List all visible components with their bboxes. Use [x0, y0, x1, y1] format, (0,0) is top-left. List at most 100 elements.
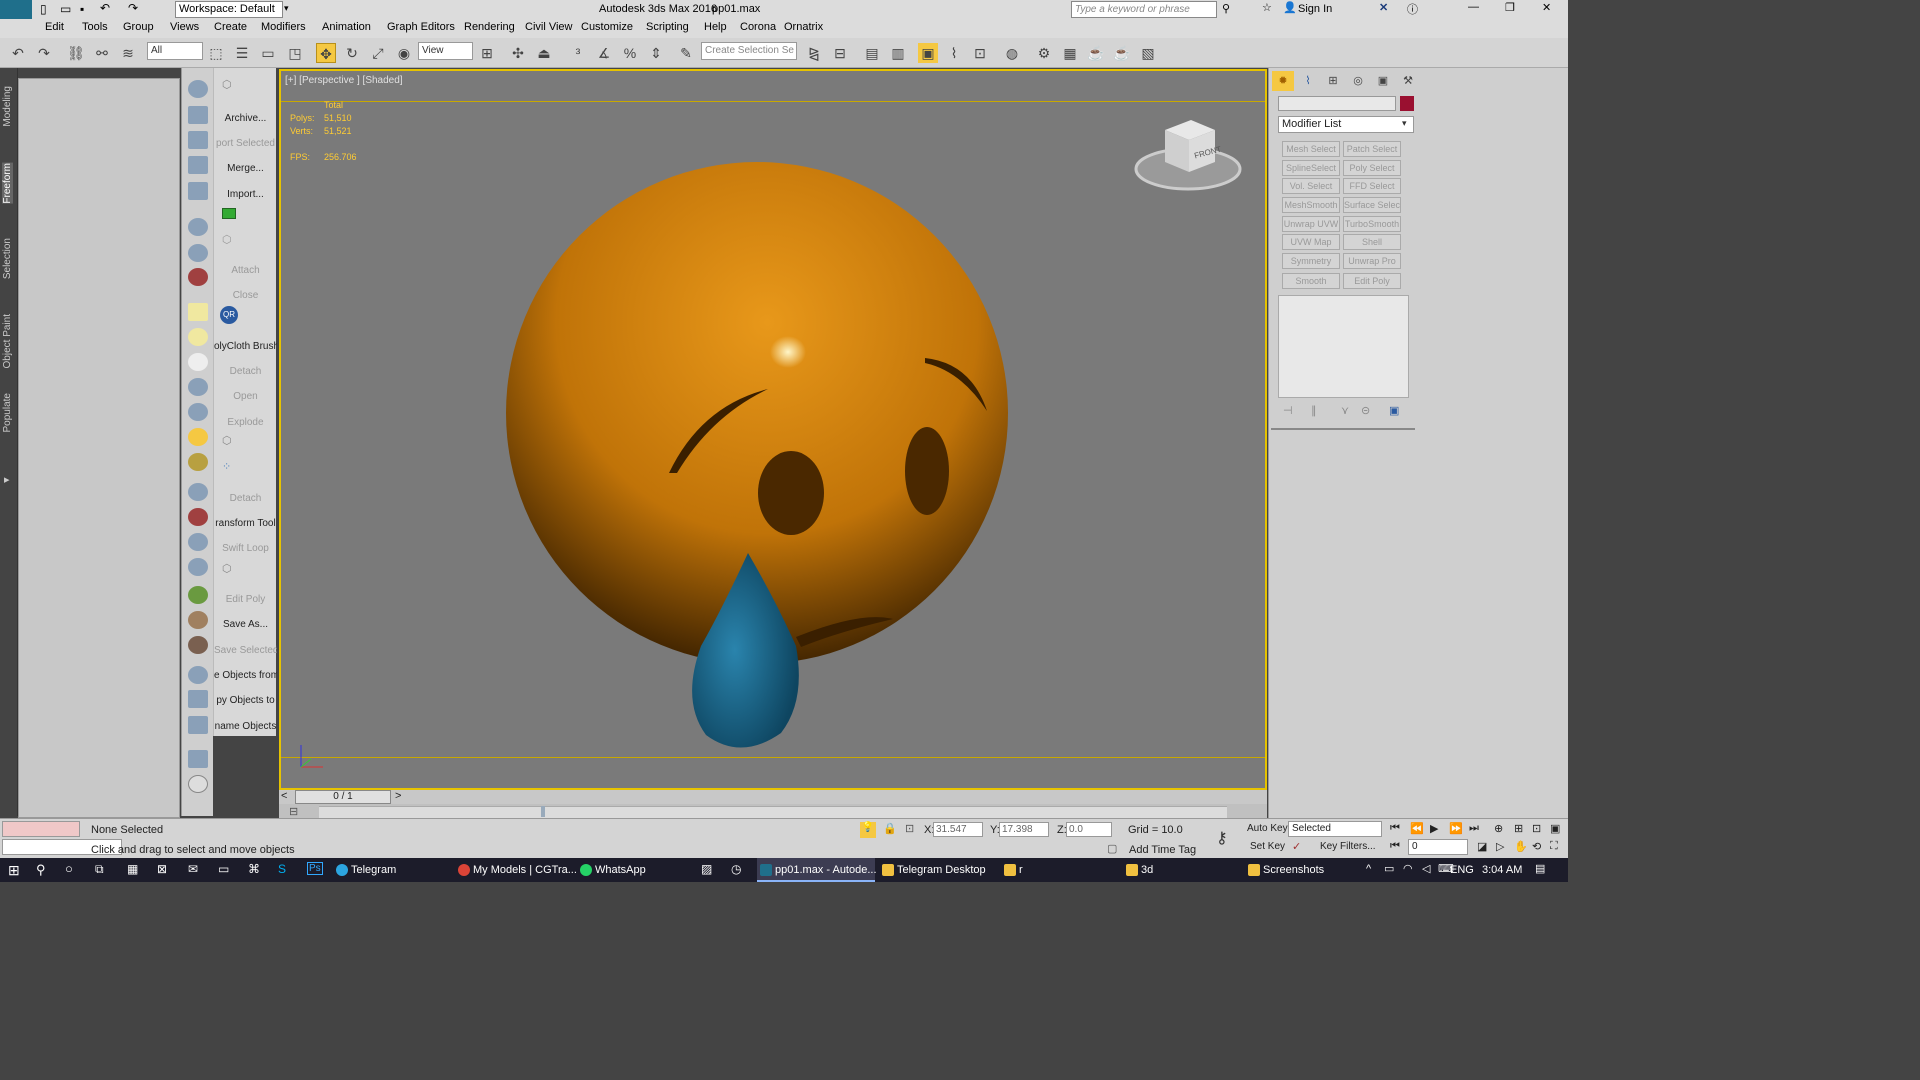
windows-start-icon[interactable]: ⊞: [8, 862, 20, 879]
gallery-icon[interactable]: ▨: [701, 862, 712, 876]
taskbar-item-telegram[interactable]: Telegram: [333, 858, 451, 882]
tool-label-18[interactable]: name Objects: [214, 721, 277, 732]
menu-corona[interactable]: Corona: [740, 21, 776, 33]
maximize-viewport-icon[interactable]: ⛶: [1550, 840, 1558, 853]
tab-populate[interactable]: Populate: [2, 393, 13, 432]
plane-icon[interactable]: [188, 303, 208, 321]
taskbar-item-r[interactable]: r: [1001, 858, 1119, 882]
move-icon[interactable]: ✥: [316, 43, 336, 63]
store-icon[interactable]: ⊠: [157, 862, 167, 876]
menu-civil-view[interactable]: Civil View: [525, 21, 572, 33]
sphere-icon[interactable]: [188, 353, 208, 371]
tool-label-5[interactable]: Close: [214, 290, 277, 301]
create-tab-icon[interactable]: ✹: [1272, 71, 1294, 91]
menu-edit[interactable]: Edit: [45, 21, 64, 33]
smooth-button[interactable]: Smooth: [1282, 273, 1340, 289]
x-coord-field[interactable]: 31.547: [933, 822, 983, 837]
material-editor-icon[interactable]: ◍: [1002, 43, 1022, 63]
mesh-select-button[interactable]: Mesh Select: [1282, 141, 1340, 157]
workspace-select[interactable]: Workspace: Default: [175, 1, 283, 18]
tab-freeform[interactable]: Freeform: [2, 163, 13, 204]
modifier-stack[interactable]: [1278, 295, 1409, 398]
make-unique-icon[interactable]: ⋎: [1341, 404, 1349, 417]
tab-modeling[interactable]: Modeling: [2, 86, 13, 127]
restore-icon[interactable]: ❐: [1505, 1, 1515, 14]
uvw-map-button[interactable]: UVW Map: [1282, 234, 1340, 250]
rename-icon[interactable]: [188, 716, 208, 734]
meshsmooth-button[interactable]: MeshSmooth: [1282, 197, 1340, 213]
menu-help[interactable]: Help: [704, 21, 727, 33]
named-selection-set[interactable]: Create Selection Se: [701, 42, 797, 60]
chevron-down-icon[interactable]: ▾: [1402, 118, 1407, 129]
pivot-center-icon[interactable]: ⊞: [477, 43, 497, 63]
rotate-icon[interactable]: ↻: [342, 43, 362, 63]
display-tab-icon[interactable]: ▣: [1372, 71, 1394, 91]
camera-icon[interactable]: [188, 218, 208, 236]
fov-icon[interactable]: ◪: [1477, 840, 1487, 853]
spinner-snap-icon[interactable]: ⇕: [646, 43, 666, 63]
ball-icon[interactable]: [188, 666, 208, 684]
brush-icon[interactable]: [188, 611, 208, 629]
trackbar-ruler[interactable]: [319, 806, 1227, 818]
tool-label-7[interactable]: Detach: [214, 366, 277, 377]
cone-icon[interactable]: [188, 403, 208, 421]
render-icon[interactable]: [188, 268, 208, 286]
next-frame-icon[interactable]: >: [395, 790, 401, 802]
shield-icon[interactable]: ⬡: [222, 233, 232, 246]
menu-group[interactable]: Group: [123, 21, 154, 33]
mirror-icon[interactable]: ⧎: [804, 43, 824, 63]
manipulate-icon[interactable]: ✣: [508, 43, 528, 63]
photoshop-icon[interactable]: Ps: [307, 862, 323, 875]
paint-icon[interactable]: [188, 508, 208, 526]
select-object-icon[interactable]: ⬚: [206, 43, 226, 63]
copy-icon[interactable]: [188, 690, 208, 708]
y-coord-field[interactable]: 17.398: [999, 822, 1049, 837]
network-icon[interactable]: ▭: [1384, 862, 1394, 875]
play-icon[interactable]: ▶: [1430, 822, 1438, 835]
terrain-icon[interactable]: [188, 533, 208, 551]
layer-explorer-icon[interactable]: ▤: [862, 43, 882, 63]
keyboard-shortcut-icon[interactable]: ⏏: [534, 43, 554, 63]
render-active-icon[interactable]: ☕: [1112, 43, 1132, 63]
render-frame-icon[interactable]: ▦: [1060, 43, 1080, 63]
menu-rendering[interactable]: Rendering: [464, 21, 515, 33]
taskbar-item-3dsmax[interactable]: pp01.max - Autode...: [757, 858, 877, 882]
modifier-list-select[interactable]: Modifier List: [1278, 116, 1414, 133]
shell-button[interactable]: Shell: [1343, 234, 1401, 250]
remove-modifier-icon[interactable]: ⊝: [1361, 404, 1370, 417]
qr-icon[interactable]: QR: [220, 306, 238, 324]
modify-tab-icon[interactable]: ⌇: [1297, 71, 1319, 91]
zoom-all-icon[interactable]: ⊞: [1514, 822, 1523, 835]
undo-icon[interactable]: ↶: [100, 1, 110, 15]
rock-icon[interactable]: [188, 636, 208, 654]
symmetry-button[interactable]: Symmetry: [1282, 253, 1340, 269]
dots-icon[interactable]: ⁘: [222, 460, 231, 473]
surface-select-button[interactable]: Surface Select: [1343, 197, 1401, 213]
volume-icon[interactable]: ◁: [1422, 862, 1430, 875]
globe-icon[interactable]: [188, 558, 208, 576]
clock-app-icon[interactable]: ◷: [731, 862, 741, 876]
taskbar-item-whatsapp[interactable]: WhatsApp: [577, 858, 695, 882]
task-view-icon[interactable]: ⧉: [95, 862, 104, 877]
tab-object-paint[interactable]: Object Paint: [2, 314, 13, 368]
tool-label-2[interactable]: Merge...: [214, 163, 277, 174]
z-coord-field[interactable]: 0.0: [1066, 822, 1112, 837]
show-end-result-icon[interactable]: ∥: [1311, 404, 1317, 417]
redo-icon[interactable]: ↷: [128, 1, 138, 15]
layout-icon[interactable]: [188, 750, 208, 768]
goto-start-icon[interactable]: ⏮: [1390, 822, 1400, 835]
menu-graph-editors[interactable]: Graph Editors: [387, 21, 455, 33]
exchange-icon[interactable]: ✕: [1379, 1, 1388, 14]
tool-label-11[interactable]: ransform Tool: [214, 518, 277, 529]
render-setup-icon[interactable]: ⚙: [1034, 43, 1054, 63]
menu-create[interactable]: Create: [214, 21, 247, 33]
sun-icon[interactable]: [188, 428, 208, 446]
notification-icon[interactable]: ▤: [1535, 862, 1545, 875]
tool-label-6[interactable]: olyCloth Brush: [214, 341, 277, 352]
patch-select-button[interactable]: Patch Select: [1343, 141, 1401, 157]
taskbar-item-chrome[interactable]: My Models | CGTra...: [455, 858, 577, 882]
binoculars-icon[interactable]: ⚲: [1222, 2, 1230, 15]
redo-icon[interactable]: ↷: [34, 43, 54, 63]
scale-icon[interactable]: ⤢: [368, 43, 388, 63]
add-time-tag[interactable]: Add Time Tag: [1129, 844, 1196, 856]
